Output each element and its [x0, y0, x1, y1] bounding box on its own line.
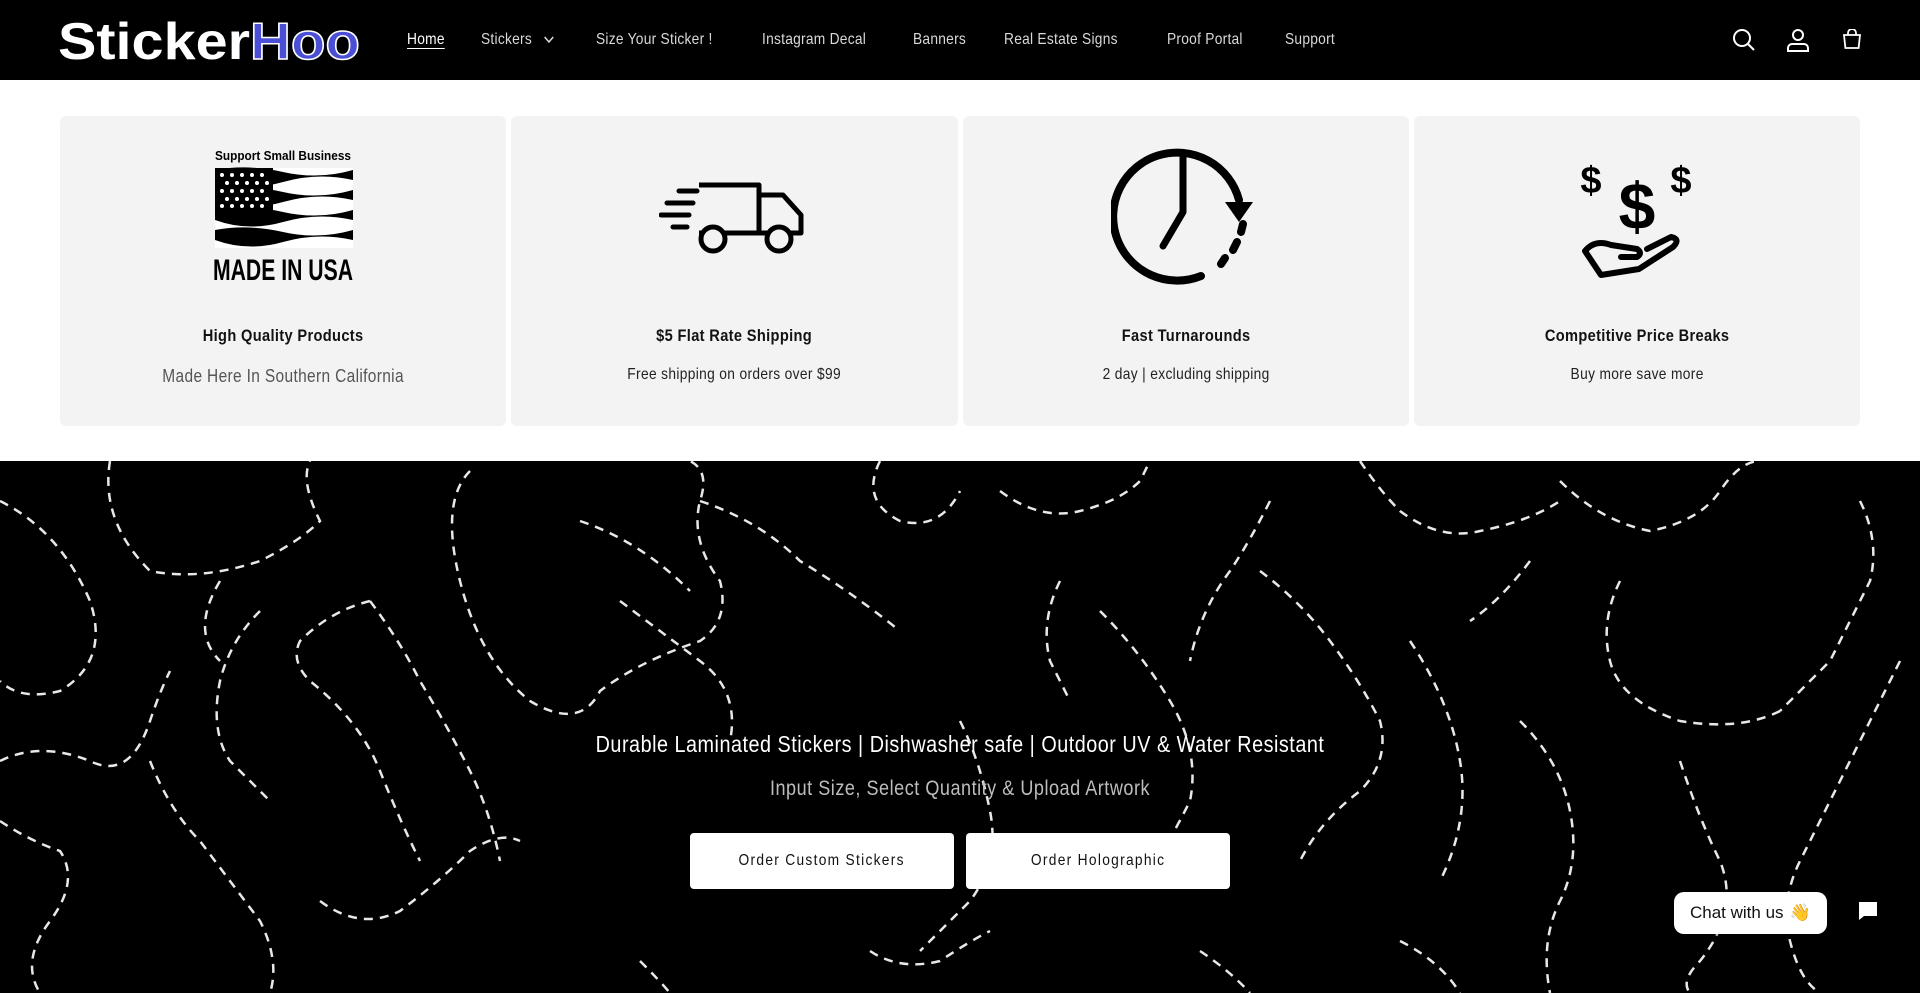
- made-in-usa-badge: Support Small Business MADE IN USA: [60, 146, 506, 286]
- account-icon[interactable]: [1784, 26, 1812, 54]
- feature-card-quality: Support Small Business MADE IN USA High …: [60, 116, 507, 426]
- logo-text-hoo: Hoo: [250, 13, 360, 68]
- feature-title: $5 Flat Rate Shipping: [656, 326, 813, 345]
- logo-text-sticker: Sticker: [58, 13, 250, 68]
- nav-home-label: Home: [407, 31, 445, 48]
- nav-home[interactable]: Home: [407, 31, 445, 49]
- feature-subtitle: 2 day | excluding shipping: [1102, 366, 1270, 383]
- chat-bubble-icon: [1856, 899, 1880, 928]
- order-holographic-button[interactable]: Order Holographic: [966, 833, 1230, 889]
- nav-instagram-decal[interactable]: Instagram Decal: [762, 31, 866, 49]
- feature-subtitle: Buy more save more: [1570, 366, 1704, 383]
- header-actions: [1730, 0, 1866, 80]
- order-custom-stickers-button[interactable]: Order Custom Stickers: [690, 833, 954, 889]
- nav-banners-label: Banners: [912, 31, 966, 48]
- feature-card-shipping: $5 Flat Rate Shipping Free shipping on o…: [511, 116, 958, 426]
- nav-size-label: Size Your Sticker !: [596, 31, 713, 48]
- nav-real-estate-label: Real Estate Signs: [1004, 31, 1119, 48]
- feature-subtitle: Free shipping on orders over $99: [627, 366, 842, 383]
- chat-prompt-bubble[interactable]: Chat with us 👋: [1674, 892, 1827, 934]
- nav-instagram-label: Instagram Decal: [761, 31, 866, 48]
- price-hand-icon: $ $ $: [1414, 146, 1860, 286]
- dashed-sticker-outlines-background: [0, 461, 1902, 993]
- hero-headline: Durable Laminated Stickers | Dishwasher …: [595, 731, 1325, 757]
- waving-hand-icon: 👋: [1789, 903, 1811, 922]
- nav-real-estate-signs[interactable]: Real Estate Signs: [1004, 31, 1118, 49]
- hero-banner: Durable Laminated Stickers | Dishwasher …: [0, 461, 1920, 993]
- search-icon[interactable]: [1730, 26, 1758, 54]
- nav-stickers[interactable]: Stickers: [481, 31, 554, 49]
- nav-banners[interactable]: Banners: [913, 31, 966, 49]
- feature-subtitle: Made Here In Southern California: [162, 366, 404, 386]
- badge-bottom-text: MADE IN USA: [213, 254, 353, 286]
- clock-icon: [963, 146, 1409, 286]
- hero-buttons: Order Custom Stickers Order Holographic: [690, 833, 1230, 889]
- badge-top-text: Support Small Business: [215, 148, 351, 163]
- nav-proof-label: Proof Portal: [1166, 31, 1243, 48]
- svg-text:$: $: [1619, 169, 1656, 243]
- svg-text:$: $: [1580, 160, 1601, 202]
- cart-icon[interactable]: [1838, 26, 1866, 54]
- hero-subheadline: Input Size, Select Quantity & Upload Art…: [769, 777, 1151, 800]
- svg-text:$: $: [1670, 160, 1691, 202]
- nav-stickers-label: Stickers: [480, 31, 532, 48]
- feature-title: High Quality Products: [202, 326, 364, 345]
- nav-proof-portal[interactable]: Proof Portal: [1167, 31, 1243, 49]
- chat-label: Chat with us: [1690, 903, 1784, 922]
- chevron-down-icon: [544, 36, 554, 44]
- feature-title: Fast Turnarounds: [1121, 326, 1250, 345]
- order-holographic-label: Order Holographic: [1030, 852, 1166, 869]
- sticker-hoo-logo[interactable]: Sticker Hoo: [58, 12, 362, 68]
- main-nav: Home Stickers Size Your Sticker ! Instag…: [392, 0, 1358, 80]
- order-custom-stickers-label: Order Custom Stickers: [738, 852, 906, 869]
- site-header: Sticker Hoo Home Stickers Size Your Stic…: [0, 0, 1920, 80]
- chat-launcher-button[interactable]: [1842, 887, 1894, 939]
- nav-size-your-sticker[interactable]: Size Your Sticker !: [596, 31, 713, 49]
- nav-support-label: Support: [1284, 31, 1335, 48]
- feature-card-pricing: $ $ $ Competitive Price Breaks Buy more …: [1413, 116, 1860, 426]
- nav-support[interactable]: Support: [1285, 31, 1335, 49]
- features-row: Support Small Business MADE IN USA High …: [60, 116, 1860, 426]
- feature-title: Competitive Price Breaks: [1544, 326, 1730, 345]
- delivery-truck-icon: [511, 146, 957, 286]
- feature-card-turnaround: Fast Turnarounds 2 day | excluding shipp…: [962, 116, 1409, 426]
